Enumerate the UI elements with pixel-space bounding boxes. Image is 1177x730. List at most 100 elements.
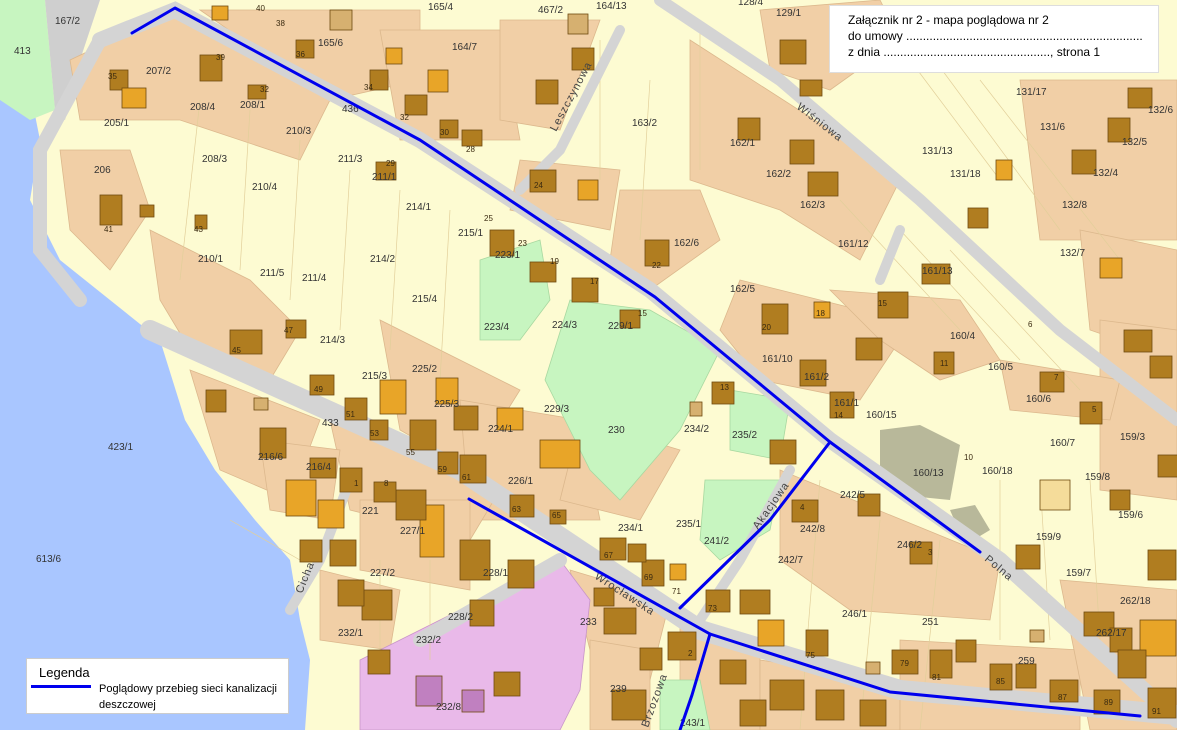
annex-contract-line: do umowy ...............................… [848,29,1143,43]
svg-text:65: 65 [552,511,561,520]
svg-text:242/5: 242/5 [840,490,865,501]
svg-text:214/1: 214/1 [406,202,431,213]
svg-text:162/5: 162/5 [730,284,755,295]
svg-text:233: 233 [580,617,597,628]
svg-text:20: 20 [762,323,771,332]
svg-text:1: 1 [354,479,359,488]
svg-text:131/18: 131/18 [950,169,981,180]
svg-text:4: 4 [800,503,805,512]
svg-text:214/2: 214/2 [370,254,395,265]
svg-text:165/6: 165/6 [318,38,343,49]
svg-text:128/4: 128/4 [738,0,763,8]
svg-text:167/2: 167/2 [55,16,80,27]
annex-date-line: z dnia .................................… [848,45,1101,59]
map-legend: Legenda Poglądowy przebieg sieci kanaliz… [26,658,289,714]
svg-text:71: 71 [672,587,681,596]
svg-text:160/5: 160/5 [988,362,1013,373]
svg-text:242/8: 242/8 [800,524,825,535]
svg-text:164/7: 164/7 [452,42,477,53]
svg-text:262/17: 262/17 [1096,628,1127,639]
svg-text:215/1: 215/1 [458,228,483,239]
svg-text:210/1: 210/1 [198,254,223,265]
svg-text:132/7: 132/7 [1060,248,1085,259]
svg-text:160/15: 160/15 [866,410,897,421]
svg-text:229/1: 229/1 [608,321,633,332]
svg-text:159/9: 159/9 [1036,532,1061,543]
svg-text:214/3: 214/3 [320,335,345,346]
svg-text:234/1: 234/1 [618,523,643,534]
svg-text:234/2: 234/2 [684,424,709,435]
svg-text:262/18: 262/18 [1120,596,1151,607]
svg-text:232/2: 232/2 [416,635,441,646]
svg-text:161/12: 161/12 [838,239,869,250]
svg-text:41: 41 [104,225,113,234]
svg-text:215/3: 215/3 [362,371,387,382]
svg-text:61: 61 [462,473,471,482]
svg-text:131/6: 131/6 [1040,122,1065,133]
svg-text:223/1: 223/1 [495,250,520,261]
svg-text:39: 39 [216,53,225,62]
svg-text:28: 28 [466,145,475,154]
svg-text:131/13: 131/13 [922,146,953,157]
svg-text:223/4: 223/4 [484,322,509,333]
svg-text:207/2: 207/2 [146,66,171,77]
svg-text:23: 23 [518,239,527,248]
svg-text:7: 7 [1054,373,1059,382]
svg-text:129/1: 129/1 [776,8,801,19]
svg-text:613/6: 613/6 [36,554,61,565]
svg-text:211/1: 211/1 [372,172,397,183]
svg-text:161/2: 161/2 [804,372,829,383]
svg-text:51: 51 [346,410,355,419]
svg-text:15: 15 [638,309,647,318]
svg-text:69: 69 [644,573,653,582]
svg-text:55: 55 [406,448,415,457]
svg-text:3: 3 [928,548,933,557]
svg-text:32: 32 [260,85,269,94]
svg-text:79: 79 [900,659,909,668]
svg-text:160/4: 160/4 [950,331,975,342]
svg-text:225/3: 225/3 [434,399,459,410]
site-map: 167/2 165/4 467/2 164/13 128/4 129/1 413… [0,0,1177,730]
svg-text:224/1: 224/1 [488,424,513,435]
svg-text:132/8: 132/8 [1062,200,1087,211]
svg-text:226/1: 226/1 [508,476,533,487]
legend-item-label: Poglądowy przebieg sieci kanalizacji des… [99,683,277,711]
svg-text:132/5: 132/5 [1122,137,1147,148]
svg-text:17: 17 [590,277,599,286]
svg-text:67: 67 [604,551,613,560]
svg-text:241/2: 241/2 [704,536,729,547]
svg-text:47: 47 [284,326,293,335]
svg-text:45: 45 [232,346,241,355]
svg-text:132/6: 132/6 [1148,105,1173,116]
svg-text:229/3: 229/3 [544,404,569,415]
svg-text:8: 8 [384,479,389,488]
legend-title: Legenda [39,665,90,680]
svg-text:228/1: 228/1 [483,568,508,579]
svg-text:227/1: 227/1 [400,526,425,537]
svg-text:132/4: 132/4 [1093,168,1118,179]
svg-text:159/7: 159/7 [1066,568,1091,579]
svg-text:25: 25 [484,214,493,223]
svg-text:15: 15 [878,299,887,308]
svg-text:467/2: 467/2 [538,5,563,16]
svg-text:164/13: 164/13 [596,1,627,12]
svg-text:161/1: 161/1 [834,398,859,409]
svg-text:29: 29 [386,159,395,168]
svg-text:162/2: 162/2 [766,169,791,180]
svg-text:211/5: 211/5 [260,268,285,279]
svg-text:210/4: 210/4 [252,182,277,193]
svg-text:210/3: 210/3 [286,126,311,137]
svg-text:413: 413 [14,46,31,57]
svg-text:242/7: 242/7 [778,555,803,566]
annex-title: Załącznik nr 2 - mapa poglądowa nr 2 [848,13,1049,27]
svg-text:22: 22 [652,261,661,270]
svg-text:89: 89 [1104,698,1113,707]
svg-text:259: 259 [1018,656,1035,667]
svg-text:246/1: 246/1 [842,609,867,620]
svg-text:81: 81 [932,673,941,682]
svg-text:227/2: 227/2 [370,568,395,579]
svg-text:87: 87 [1058,693,1067,702]
svg-text:131/17: 131/17 [1016,87,1047,98]
svg-text:165/4: 165/4 [428,2,453,13]
svg-text:32: 32 [400,113,409,122]
